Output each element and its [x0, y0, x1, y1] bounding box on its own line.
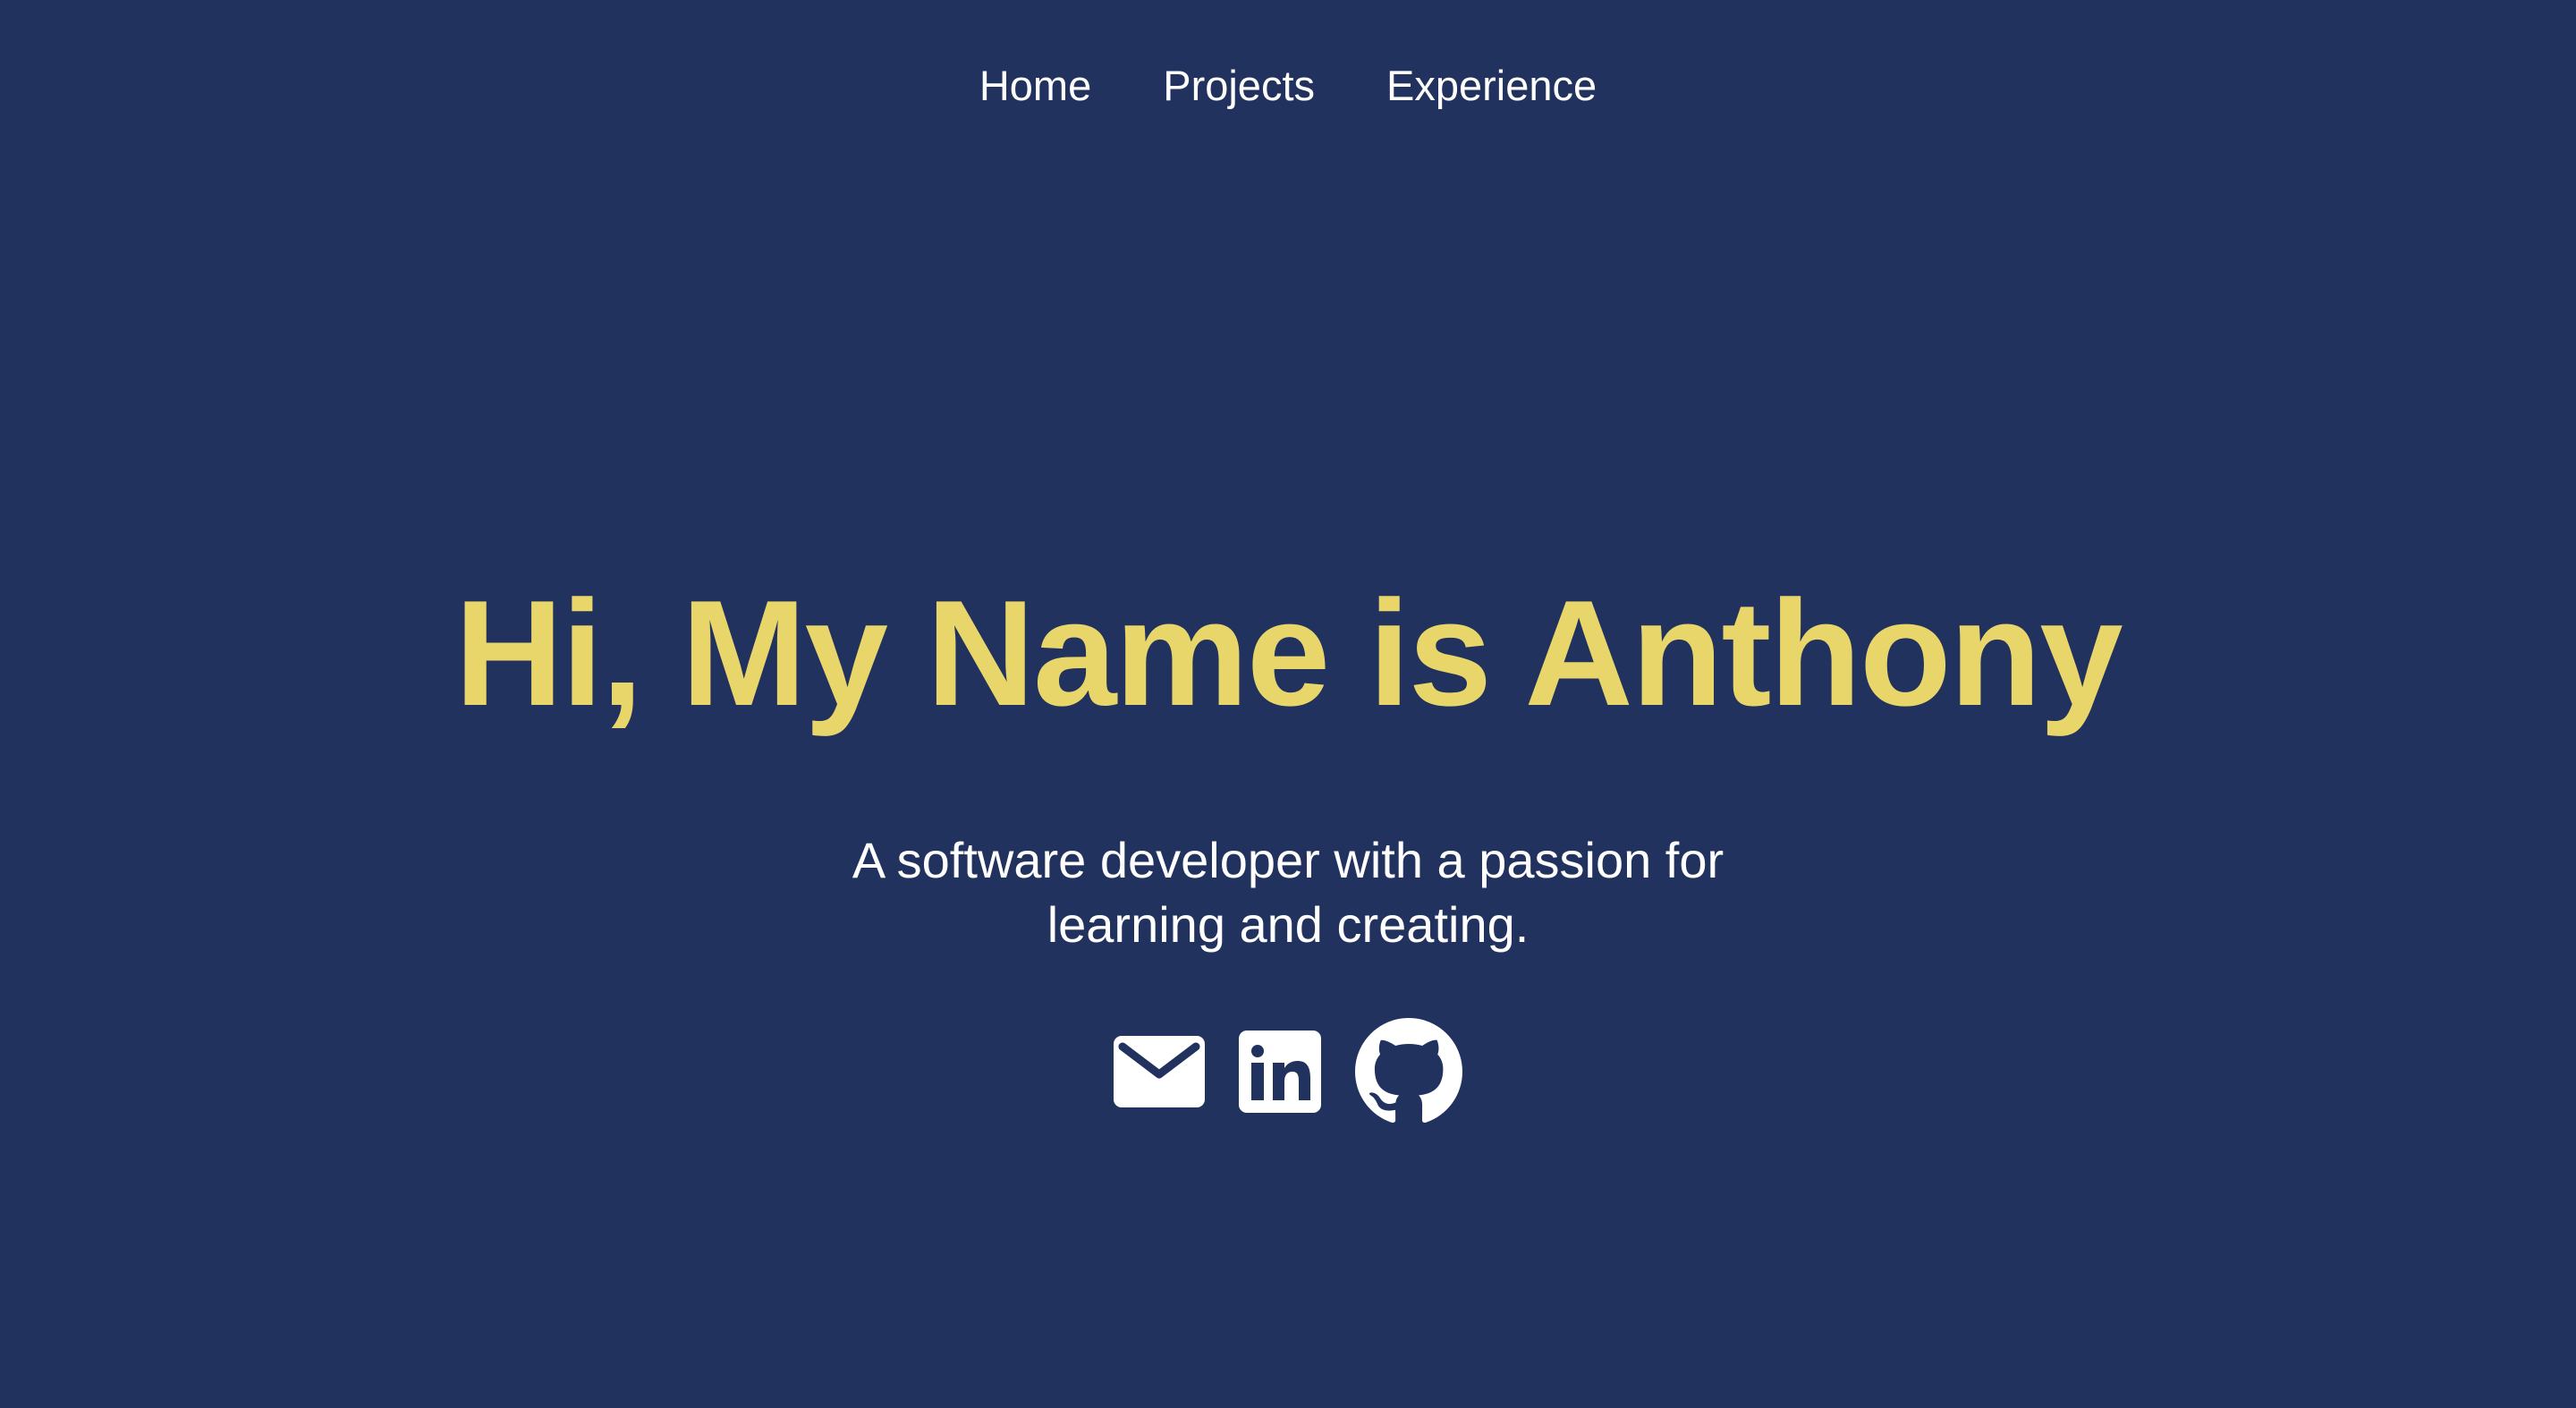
social-links [0, 1018, 2576, 1125]
top-navigation: Home Projects Experience [0, 57, 2576, 115]
hero-subtitle: A software developer with a passion for … [852, 832, 1724, 953]
github-icon [1355, 1018, 1462, 1124]
email-link[interactable] [1114, 1034, 1205, 1109]
email-icon [1114, 1036, 1205, 1107]
nav-link-home[interactable]: Home [979, 57, 1091, 115]
nav-link-experience[interactable]: Experience [1386, 57, 1597, 115]
nav-link-projects[interactable]: Projects [1163, 57, 1315, 115]
linkedin-link[interactable] [1239, 1031, 1321, 1113]
hero-title: Hi, My Name is Anthony [454, 569, 2123, 737]
github-link[interactable] [1355, 1018, 1462, 1125]
linkedin-icon [1239, 1031, 1321, 1113]
hero-section: Hi, My Name is Anthony A software develo… [0, 564, 2576, 1125]
